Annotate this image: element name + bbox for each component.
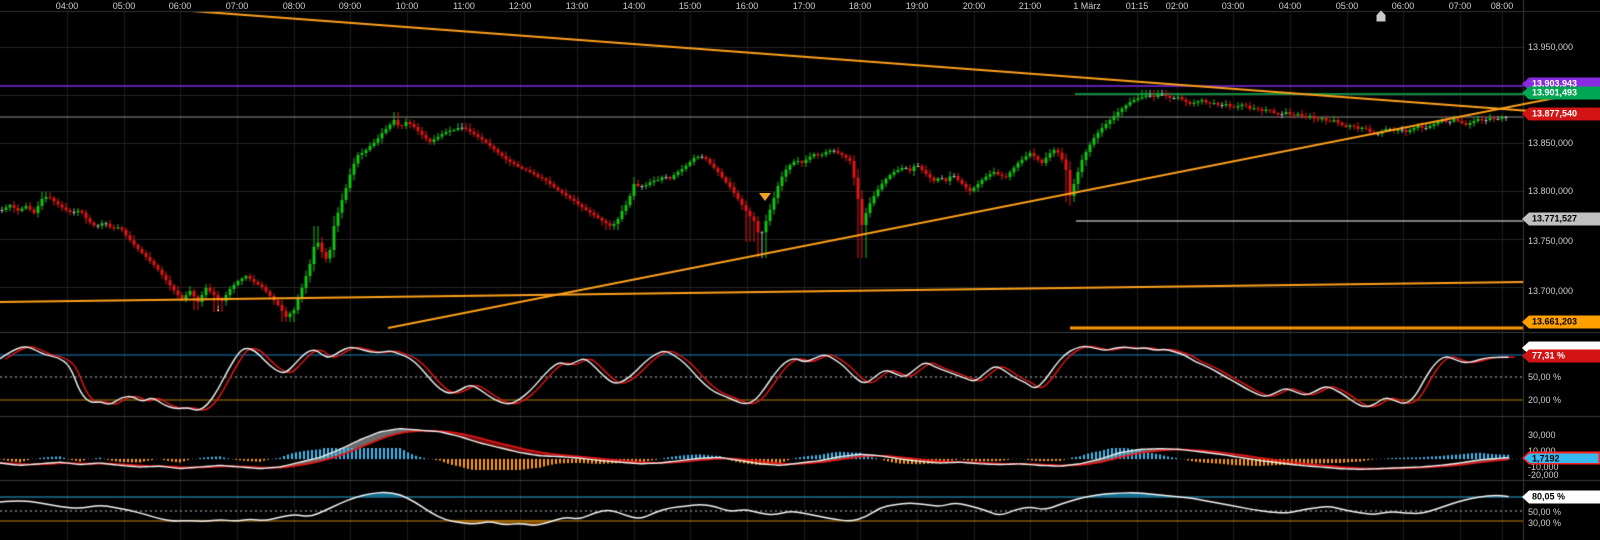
time-tick-20: 02:00	[1166, 1, 1189, 11]
chart-canvas[interactable]	[0, 0, 1600, 540]
time-tick-1: 05:00	[113, 1, 136, 11]
time-tick-5: 09:00	[339, 1, 362, 11]
gray-level-badge: 13.771,527	[1522, 213, 1600, 226]
time-tick-26: 08:00	[1491, 1, 1514, 11]
time-tick-25: 07:00	[1449, 1, 1472, 11]
price-axis-label-4: 13.700,000	[1528, 286, 1573, 296]
stoch-red-badge: 77,31 %	[1522, 350, 1600, 363]
time-tick-17: 21:00	[1019, 1, 1042, 11]
price-axis-label-0: 13.950,000	[1528, 42, 1573, 52]
price-axis-label-11: 50,00 %	[1528, 507, 1561, 517]
macd-value-badge: 1,7192	[1522, 452, 1600, 465]
slow-stoch-badge: 80,05 %	[1522, 491, 1600, 504]
time-tick-0: 04:00	[56, 1, 79, 11]
price-axis-label-5: 50,00 %	[1528, 372, 1561, 382]
price-axis-label-6: 20,00 %	[1528, 395, 1561, 405]
time-tick-2: 06:00	[169, 1, 192, 11]
time-tick-13: 17:00	[793, 1, 816, 11]
last-price-badge: 13.877,540	[1522, 108, 1600, 121]
time-tick-9: 13:00	[566, 1, 589, 11]
time-tick-23: 05:00	[1336, 1, 1359, 11]
time-tick-6: 10:00	[396, 1, 419, 11]
price-axis-label-10: -20,000	[1528, 470, 1559, 480]
time-tick-16: 20:00	[963, 1, 986, 11]
time-tick-3: 07:00	[226, 1, 249, 11]
orange-level-badge: 13.661,203	[1522, 316, 1600, 329]
time-tick-22: 04:00	[1279, 1, 1302, 11]
time-tick-10: 14:00	[623, 1, 646, 11]
time-tick-4: 08:00	[283, 1, 306, 11]
price-axis-label-2: 13.800,000	[1528, 186, 1573, 196]
price-axis-label-12: 30,00 %	[1528, 518, 1561, 528]
time-tick-11: 15:00	[679, 1, 702, 11]
time-tick-24: 06:00	[1392, 1, 1415, 11]
time-tick-7: 11:00	[453, 1, 475, 11]
time-tick-14: 18:00	[849, 1, 872, 11]
trading-chart-window: 04:00 05:00 06:00 07:00 08:00 09:00 10:00 11:00…	[0, 0, 1600, 540]
time-tick-19: 01:15	[1126, 1, 1149, 11]
session-high-badge: 13.901,493	[1522, 87, 1600, 100]
time-tick-21: 03:00	[1222, 1, 1245, 11]
price-axis-label-1: 13.850,000	[1528, 138, 1573, 148]
down-arrow-marker[interactable]: ↓	[216, 304, 221, 314]
time-tick-15: 19:00	[906, 1, 929, 11]
time-tick-8: 12:00	[509, 1, 532, 11]
price-axis-label-7: 30,000	[1528, 430, 1556, 440]
time-tick-18: 1 März	[1073, 1, 1101, 11]
price-axis-label-3: 13.750,000	[1528, 236, 1573, 246]
time-tick-12: 16:00	[736, 1, 759, 11]
